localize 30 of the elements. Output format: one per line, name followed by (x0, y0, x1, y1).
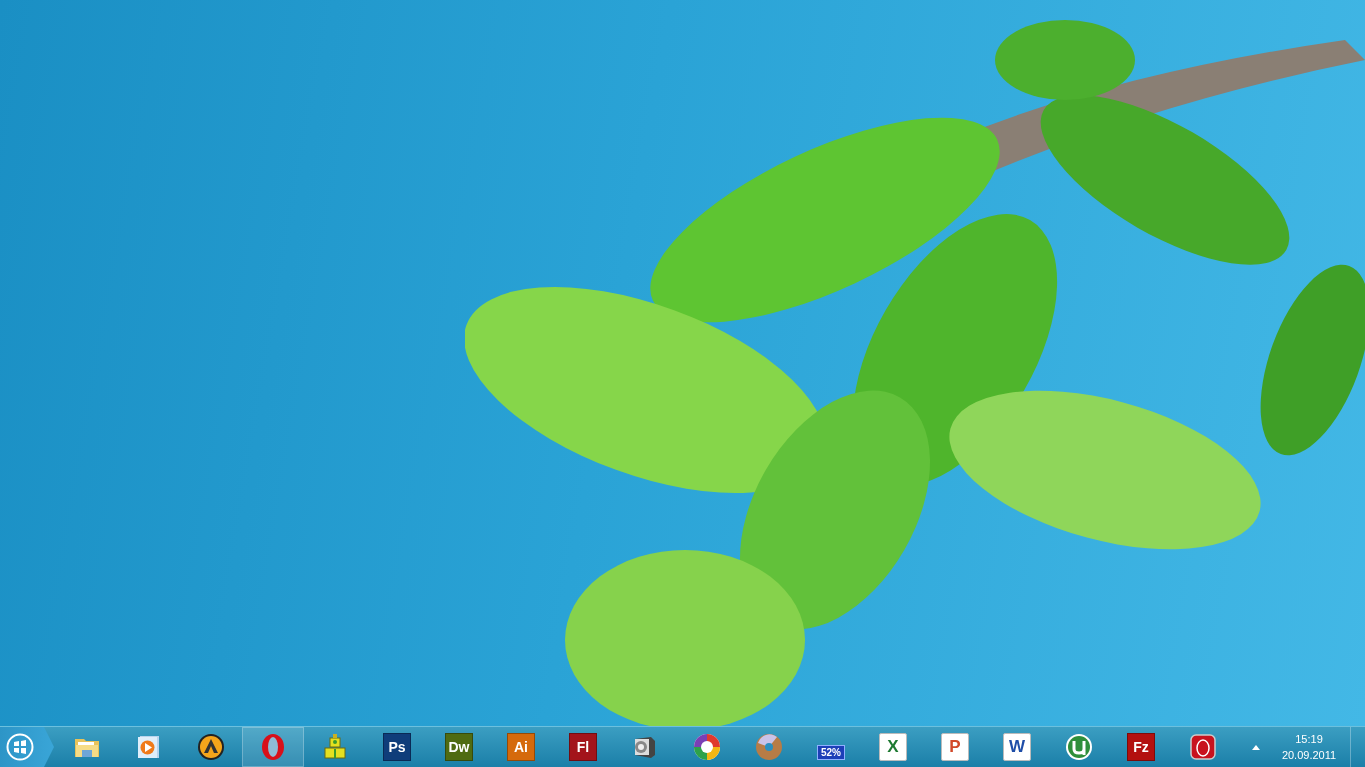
taskbar-app-button[interactable]: Ai (490, 727, 552, 767)
taskbar-app-button[interactable]: Ps (366, 727, 428, 767)
taskbar-app-button[interactable]: P (924, 727, 986, 767)
app-logo: Ai (507, 733, 535, 761)
app-logo: Fl (569, 733, 597, 761)
u-letter-logo-icon (1065, 733, 1093, 761)
opera-o-icon (259, 733, 287, 761)
windows-logo-icon (6, 733, 34, 761)
app-logo: Fz (1127, 733, 1155, 761)
taskbar-app-button[interactable]: Fl (552, 727, 614, 767)
triangle-logo-icon (197, 733, 225, 761)
clock-date: 20.09.2011 (1281, 748, 1337, 763)
app-logo: W (1003, 733, 1031, 761)
app-logo: Ps (383, 733, 411, 761)
app-logo: X (879, 733, 907, 761)
app-logo: P (941, 733, 969, 761)
disc-icon (755, 733, 783, 761)
app-logo: Dw (445, 733, 473, 761)
taskbar-app-button[interactable]: W (986, 727, 1048, 767)
taskbar-app-button[interactable]: X (862, 727, 924, 767)
taskbar-app-button[interactable]: Dw (428, 727, 490, 767)
robot-icon (321, 733, 349, 761)
app-logo: 52% (817, 744, 845, 760)
taskbar-app-button[interactable]: 52% (800, 727, 862, 767)
up-arrow-icon (1252, 744, 1260, 750)
ring-logo-icon (1189, 733, 1217, 761)
taskbar-app-button[interactable]: Fz (1110, 727, 1172, 767)
pinwheel-icon (693, 733, 721, 761)
start-button[interactable] (0, 727, 56, 767)
clock-time: 15:19 (1295, 732, 1323, 747)
